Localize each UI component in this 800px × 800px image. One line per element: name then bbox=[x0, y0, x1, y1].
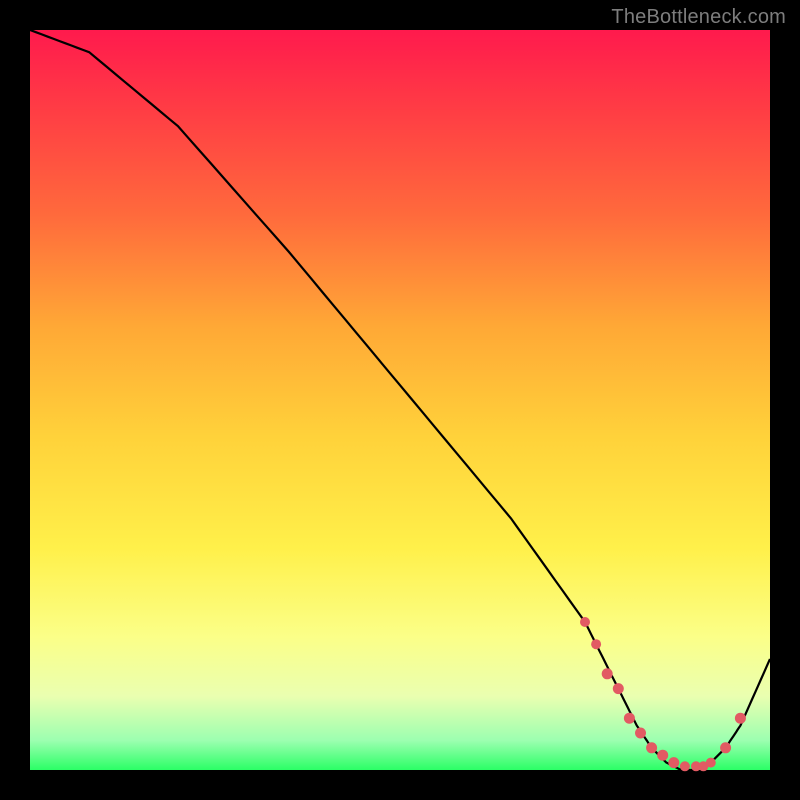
marker-dot bbox=[706, 758, 716, 768]
marker-dot bbox=[591, 639, 601, 649]
marker-dot bbox=[735, 713, 746, 724]
marker-dot bbox=[613, 683, 624, 694]
marker-dot bbox=[668, 757, 679, 768]
marker-dot bbox=[580, 617, 590, 627]
marker-dot bbox=[657, 750, 668, 761]
marker-dots bbox=[580, 617, 746, 771]
marker-dot bbox=[635, 728, 646, 739]
marker-dot bbox=[602, 668, 613, 679]
plot-area bbox=[30, 30, 770, 770]
marker-dot bbox=[646, 742, 657, 753]
marker-dot bbox=[720, 742, 731, 753]
curve-line bbox=[30, 30, 770, 770]
marker-dot bbox=[680, 761, 690, 771]
chart-stage: TheBottleneck.com bbox=[0, 0, 800, 800]
watermark-text: TheBottleneck.com bbox=[611, 6, 786, 29]
marker-dot bbox=[624, 713, 635, 724]
chart-svg bbox=[30, 30, 770, 770]
